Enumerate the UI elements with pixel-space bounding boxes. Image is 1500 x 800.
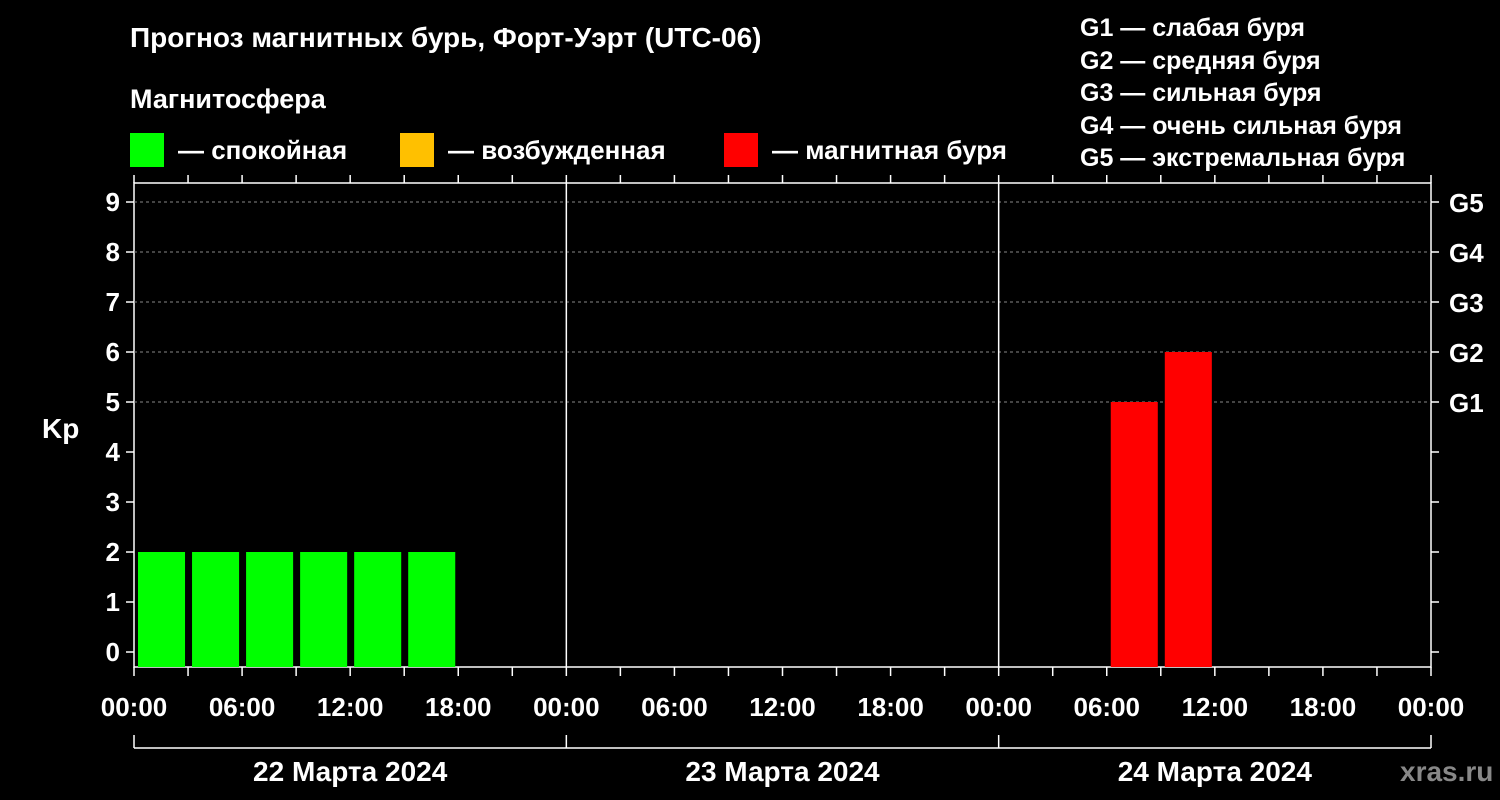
y-tick-label: 3 bbox=[106, 487, 120, 517]
y-tick-label: 8 bbox=[106, 237, 120, 267]
y-tick-label: 9 bbox=[106, 187, 120, 217]
y-tick-label: 0 bbox=[106, 637, 120, 667]
g-scale-label: G2 bbox=[1449, 338, 1484, 368]
y-tick-label: 7 bbox=[106, 287, 120, 317]
x-tick-label: 18:00 bbox=[1290, 692, 1357, 722]
x-tick-label: 12:00 bbox=[1182, 692, 1249, 722]
kp-bar bbox=[1110, 402, 1158, 667]
x-tick-label: 00:00 bbox=[533, 692, 600, 722]
kp-bar bbox=[300, 552, 348, 667]
day-label: 22 Марта 2024 bbox=[253, 756, 448, 787]
x-tick-label: 06:00 bbox=[641, 692, 708, 722]
y-axis-label: Kp bbox=[42, 413, 79, 444]
g-scale-label: G4 bbox=[1449, 238, 1484, 268]
g-scale-label: G5 bbox=[1449, 188, 1484, 218]
g-scale-label: G1 bbox=[1449, 388, 1484, 418]
watermark: xras.ru bbox=[1400, 756, 1494, 787]
day-label: 23 Марта 2024 bbox=[685, 756, 880, 787]
kp-bar bbox=[408, 552, 456, 667]
y-tick-label: 1 bbox=[106, 587, 120, 617]
x-tick-label: 18:00 bbox=[425, 692, 492, 722]
y-tick-label: 4 bbox=[106, 437, 121, 467]
g-scale-label: G3 bbox=[1449, 288, 1484, 318]
x-tick-label: 06:00 bbox=[1074, 692, 1141, 722]
day-label: 24 Марта 2024 bbox=[1118, 756, 1313, 787]
kp-bar bbox=[354, 552, 402, 667]
x-tick-label: 12:00 bbox=[317, 692, 384, 722]
x-tick-label: 18:00 bbox=[857, 692, 924, 722]
x-tick-label: 00:00 bbox=[101, 692, 168, 722]
x-tick-label: 00:00 bbox=[1398, 692, 1465, 722]
y-tick-label: 6 bbox=[106, 337, 120, 367]
kp-bar bbox=[246, 552, 294, 667]
y-tick-label: 2 bbox=[106, 537, 120, 567]
kp-bar bbox=[1164, 352, 1212, 667]
x-tick-label: 06:00 bbox=[209, 692, 276, 722]
kp-chart: 0 1 2 3 4 5 6 7 8 9 G1 G2 G3 G4 G5 Kp 00:00 06:00 12:00 18:… bbox=[42, 175, 1484, 787]
y-tick-label: 5 bbox=[106, 387, 120, 417]
x-tick-label: 00:00 bbox=[965, 692, 1032, 722]
kp-bar bbox=[138, 552, 186, 667]
x-tick-label: 12:00 bbox=[749, 692, 816, 722]
kp-bar bbox=[192, 552, 240, 667]
